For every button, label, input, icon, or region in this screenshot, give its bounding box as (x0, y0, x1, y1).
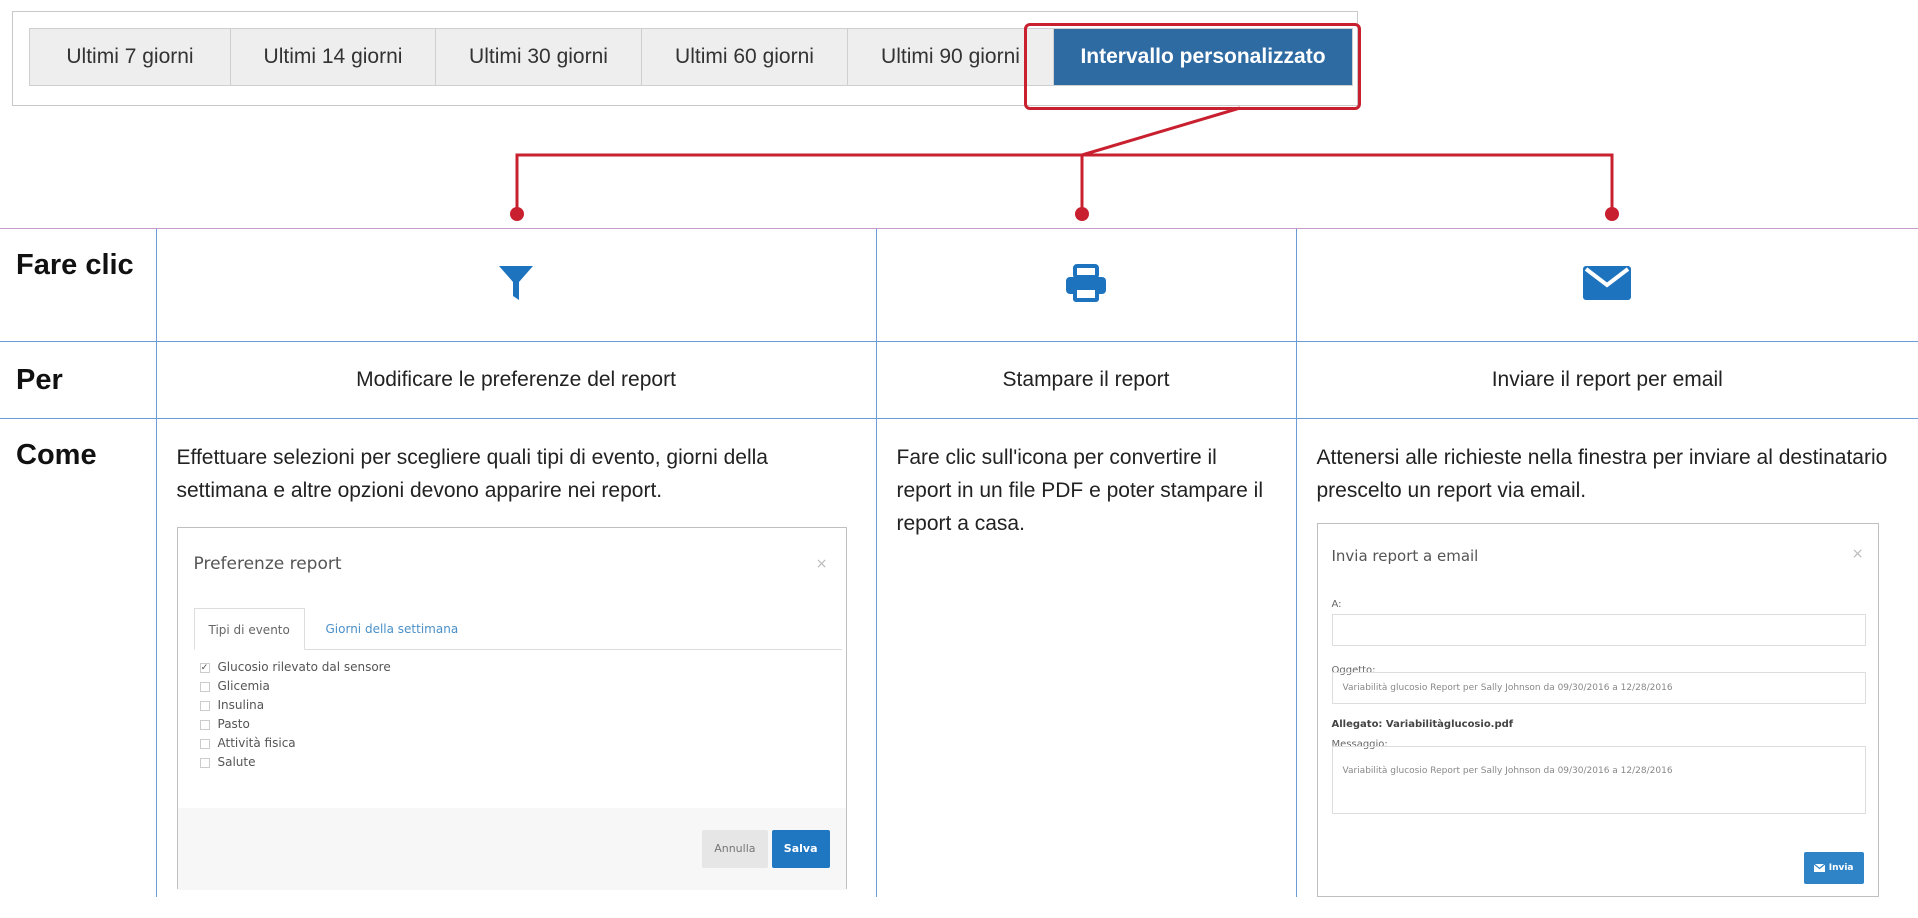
checkbox[interactable] (199, 681, 210, 692)
print-icon[interactable] (1064, 263, 1108, 307)
checkbox[interactable] (199, 719, 210, 730)
table-row-how: Come Effettuare selezioni per scegliere … (0, 418, 1918, 897)
checkbox[interactable] (199, 757, 210, 768)
tab-weekdays[interactable]: Giorni della settimana (312, 608, 473, 650)
email-dialog-title: Invia report a email (1331, 547, 1479, 565)
features-table: Fare clic Per Modificare le preferenze d… (0, 228, 1918, 897)
preferences-footer: Annulla Salva (177, 808, 846, 890)
envelope-icon[interactable] (1583, 265, 1632, 305)
save-button[interactable]: Salva (771, 830, 830, 868)
filter-purpose: Modificare le preferenze del report (356, 368, 676, 391)
checkbox-checked[interactable]: ✓ (199, 662, 210, 673)
tab-event-types[interactable]: Tipi di evento (193, 608, 305, 650)
subject-field[interactable]: Variabilità glucosio Report per Sally Jo… (1331, 672, 1866, 704)
print-purpose: Stampare il report (1002, 368, 1170, 391)
close-icon[interactable]: × (1852, 538, 1864, 571)
message-field[interactable]: Variabilità glucosio Report per Sally Jo… (1331, 746, 1866, 814)
preferences-tabs: Tipi di evento Giorni della settimana (193, 608, 842, 650)
row-header-for: Per (0, 341, 156, 419)
event-type-list: ✓ Glucosio rilevato dal sensore Glicemia … (199, 658, 391, 772)
callout-dot-email (1605, 207, 1619, 221)
table-row-for: Per Modificare le preferenze del report … (0, 341, 1918, 419)
checkbox[interactable] (199, 700, 210, 711)
table-row-click: Fare clic (0, 228, 1918, 342)
print-instructions: Fare clic sull'icona per convertire il r… (896, 446, 1264, 535)
filter-instructions: Effettuare selezioni per scegliere quali… (176, 446, 768, 502)
email-instructions: Attenersi alle richieste nella finestra … (1316, 446, 1888, 502)
cancel-button[interactable]: Annulla (702, 830, 768, 868)
email-purpose: Inviare il report per email (1491, 368, 1723, 391)
to-field[interactable] (1331, 614, 1866, 646)
callout-dot-print (1075, 207, 1089, 221)
preferences-dialog-title: Preferenze report (193, 554, 342, 574)
email-dialog: Invia report a email × A: Oggetto: Varia… (1316, 523, 1879, 897)
list-item[interactable]: Pasto (199, 715, 391, 734)
send-button[interactable]: Invia (1803, 852, 1864, 884)
row-header-click: Fare clic (0, 228, 156, 342)
list-item[interactable]: Salute (199, 753, 391, 772)
list-item[interactable]: Insulina (199, 696, 391, 715)
list-item[interactable]: Attività fisica (199, 734, 391, 753)
close-icon[interactable]: × (816, 548, 828, 581)
callout-connector (510, 106, 1619, 221)
callout-dot-filter (510, 207, 524, 221)
row-header-how: Come (16, 439, 97, 471)
preferences-dialog: Preferenze report × Tipi di evento Giorn… (176, 527, 847, 890)
filter-icon[interactable] (498, 264, 534, 307)
list-item[interactable]: ✓ Glucosio rilevato dal sensore (199, 658, 391, 677)
checkbox[interactable] (199, 738, 210, 749)
envelope-icon (1813, 864, 1825, 872)
list-item[interactable]: Glicemia (199, 677, 391, 696)
